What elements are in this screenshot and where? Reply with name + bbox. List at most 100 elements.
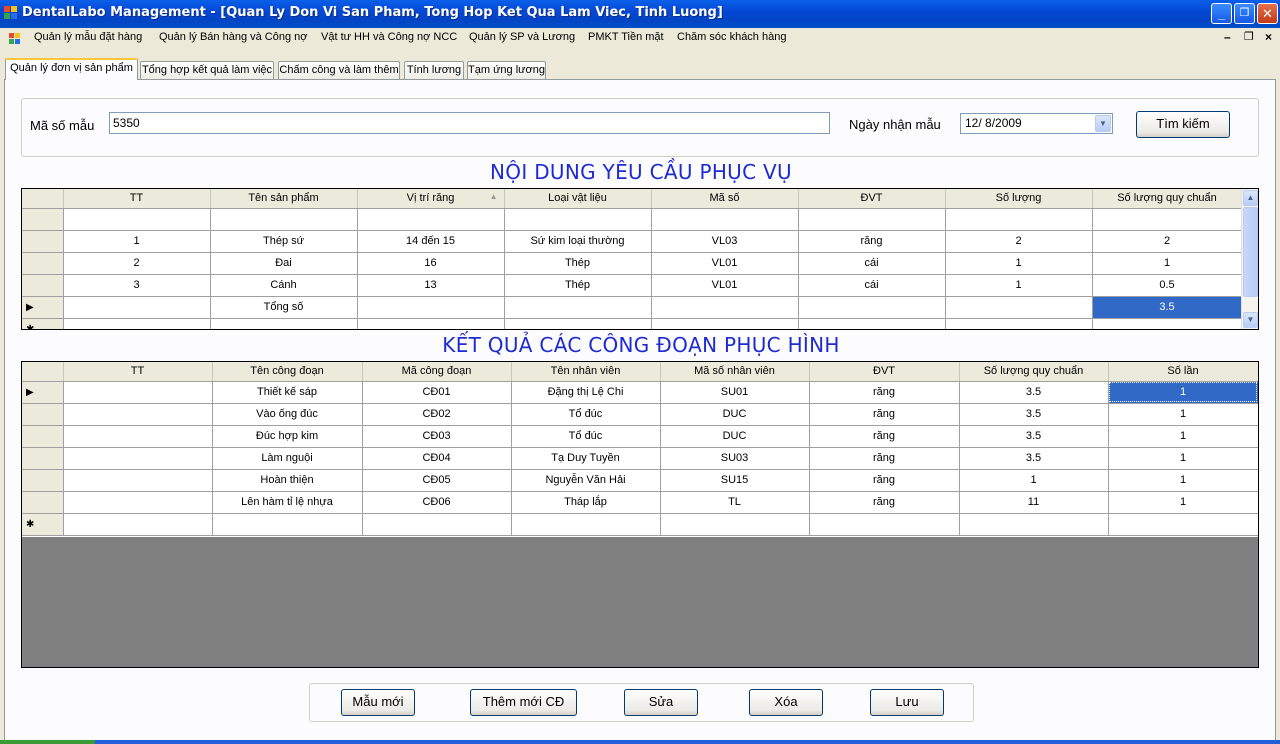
- receive-date-picker[interactable]: 12/ 8/2009 ▼: [960, 113, 1113, 134]
- cell[interactable]: [63, 381, 213, 404]
- cell[interactable]: [63, 491, 213, 514]
- cell[interactable]: Tổ đúc: [511, 403, 661, 426]
- cell[interactable]: Làm nguội: [212, 447, 363, 470]
- cell[interactable]: Đúc hợp kim: [212, 425, 363, 448]
- cell[interactable]: 3.5: [959, 403, 1109, 426]
- cell[interactable]: 2: [63, 252, 211, 275]
- cell[interactable]: [63, 208, 211, 231]
- production-steps-grid[interactable]: TT Tên công đoạn Mã công đoạn Tên nhân v…: [21, 361, 1259, 668]
- current-row-indicator[interactable]: ▶: [22, 296, 64, 319]
- cell[interactable]: TL: [660, 491, 810, 514]
- minimize-button[interactable]: _: [1211, 3, 1232, 24]
- col-header[interactable]: Số lần: [1108, 362, 1258, 382]
- cell[interactable]: [945, 296, 1093, 319]
- cell[interactable]: VL03: [651, 230, 799, 253]
- delete-button[interactable]: Xóa: [749, 689, 823, 716]
- cell[interactable]: [504, 296, 652, 319]
- new-sample-button[interactable]: Mẫu mới: [341, 689, 415, 716]
- cell[interactable]: 3.5: [959, 381, 1109, 404]
- col-header[interactable]: Số lượng: [945, 189, 1093, 209]
- cell[interactable]: Hoàn thiện: [212, 469, 363, 492]
- col-header[interactable]: ĐVT: [798, 189, 946, 209]
- tab-attendance-overtime[interactable]: Chấm công và làm thêm: [278, 61, 400, 80]
- cell[interactable]: 1: [1108, 403, 1258, 426]
- menu-materials-suppliers[interactable]: Vật tư HH và Công nợ NCC: [321, 31, 457, 43]
- cell[interactable]: cái: [798, 274, 946, 297]
- row-header[interactable]: [22, 274, 64, 297]
- row-header[interactable]: [22, 469, 64, 492]
- cell[interactable]: Sứ kim loại thường: [504, 230, 652, 253]
- mdi-close-button[interactable]: ×: [1265, 30, 1272, 44]
- new-row[interactable]: ✱: [22, 318, 1243, 329]
- col-header[interactable]: Tên công đoạn: [212, 362, 363, 382]
- cell[interactable]: Thép sứ: [210, 230, 358, 253]
- table-row[interactable]: Đúc hợp kim CĐ03 Tổ đúc DUC răng 3.5 1: [22, 425, 1258, 448]
- cell[interactable]: Tháp lắp: [511, 491, 661, 514]
- cell[interactable]: CĐ02: [362, 403, 512, 426]
- cell[interactable]: 1: [1108, 491, 1258, 514]
- tab-advance[interactable]: Tạm ứng lương: [467, 61, 546, 80]
- tab-product-units[interactable]: Quản lý đơn vị sản phẩm: [5, 58, 138, 80]
- tab-salary[interactable]: Tính lương: [404, 61, 464, 80]
- cell[interactable]: Cánh: [210, 274, 358, 297]
- cell[interactable]: 1: [945, 274, 1093, 297]
- cell[interactable]: CĐ04: [362, 447, 512, 470]
- table-row[interactable]: 3 Cánh 13 Thép VL01 cái 1 0.5: [22, 274, 1243, 297]
- cell[interactable]: SU15: [660, 469, 810, 492]
- cell[interactable]: Đặng thị Lệ Chi: [511, 381, 661, 404]
- table-row[interactable]: Lên hàm tỉ lệ nhựa CĐ06 Tháp lắp TL răng…: [22, 491, 1258, 514]
- table-row[interactable]: 1 Thép sứ 14 đến 15 Sứ kim loại thường V…: [22, 230, 1243, 253]
- menu-order-management[interactable]: Quản lý mẫu đặt hàng: [34, 31, 142, 43]
- close-button[interactable]: ✕: [1257, 3, 1278, 24]
- sample-code-input[interactable]: 5350: [109, 112, 830, 134]
- row-header[interactable]: [22, 425, 64, 448]
- cell[interactable]: [504, 208, 652, 231]
- cell[interactable]: [210, 208, 358, 231]
- cell[interactable]: 1: [1092, 252, 1243, 275]
- cell[interactable]: [63, 513, 213, 536]
- cell[interactable]: Đai: [210, 252, 358, 275]
- cell[interactable]: 1: [959, 469, 1109, 492]
- cell[interactable]: [660, 513, 810, 536]
- cell[interactable]: 11: [959, 491, 1109, 514]
- row-header[interactable]: [22, 208, 64, 231]
- cell[interactable]: [212, 513, 363, 536]
- col-header[interactable]: Mã số: [651, 189, 799, 209]
- cell[interactable]: [945, 208, 1093, 231]
- row-header[interactable]: [22, 447, 64, 470]
- col-header[interactable]: Tên sản phẩm: [210, 189, 358, 209]
- cell[interactable]: Tổ đúc: [511, 425, 661, 448]
- table-row[interactable]: Làm nguội CĐ04 Tạ Duy Tuyền SU03 răng 3.…: [22, 447, 1258, 470]
- row-header[interactable]: [22, 403, 64, 426]
- cell[interactable]: 2: [945, 230, 1093, 253]
- cell[interactable]: răng: [809, 381, 960, 404]
- scroll-down-icon[interactable]: ▼: [1243, 312, 1258, 328]
- maximize-button[interactable]: ❐: [1234, 3, 1255, 24]
- cell[interactable]: DUC: [660, 403, 810, 426]
- table-row[interactable]: 2 Đai 16 Thép VL01 cái 1 1: [22, 252, 1243, 275]
- mdi-restore-button[interactable]: ❐: [1244, 30, 1254, 43]
- col-header[interactable]: ĐVT: [809, 362, 960, 382]
- col-header[interactable]: Số lượng quy chuẩn: [959, 362, 1109, 382]
- add-step-button[interactable]: Thêm mới CĐ: [470, 689, 577, 716]
- cell[interactable]: Thiết kế sáp: [212, 381, 363, 404]
- scroll-up-icon[interactable]: ▲: [1243, 190, 1258, 206]
- cell[interactable]: răng: [809, 469, 960, 492]
- menu-customer-care[interactable]: Chăm sóc khách hàng: [677, 31, 786, 43]
- cell[interactable]: răng: [809, 403, 960, 426]
- cell[interactable]: [357, 208, 505, 231]
- cell[interactable]: 16: [357, 252, 505, 275]
- mdi-child-icon[interactable]: [9, 33, 21, 45]
- cell[interactable]: cái: [798, 252, 946, 275]
- cell[interactable]: Thép: [504, 274, 652, 297]
- selected-cell[interactable]: 1: [1108, 381, 1258, 404]
- cell[interactable]: [63, 425, 213, 448]
- cell[interactable]: Tạ Duy Tuyền: [511, 447, 661, 470]
- total-value-cell[interactable]: 3.5: [1092, 296, 1243, 319]
- cell[interactable]: [63, 296, 211, 319]
- col-header[interactable]: Số lượng quy chuẩn: [1092, 189, 1243, 209]
- table-row[interactable]: Vào ống đúc CĐ02 Tổ đúc DUC răng 3.5 1: [22, 403, 1258, 426]
- col-header[interactable]: Vị trí răng ▲: [357, 189, 505, 209]
- menu-products-salary[interactable]: Quản lý SP và Lương: [469, 31, 575, 43]
- cell[interactable]: [1092, 208, 1243, 231]
